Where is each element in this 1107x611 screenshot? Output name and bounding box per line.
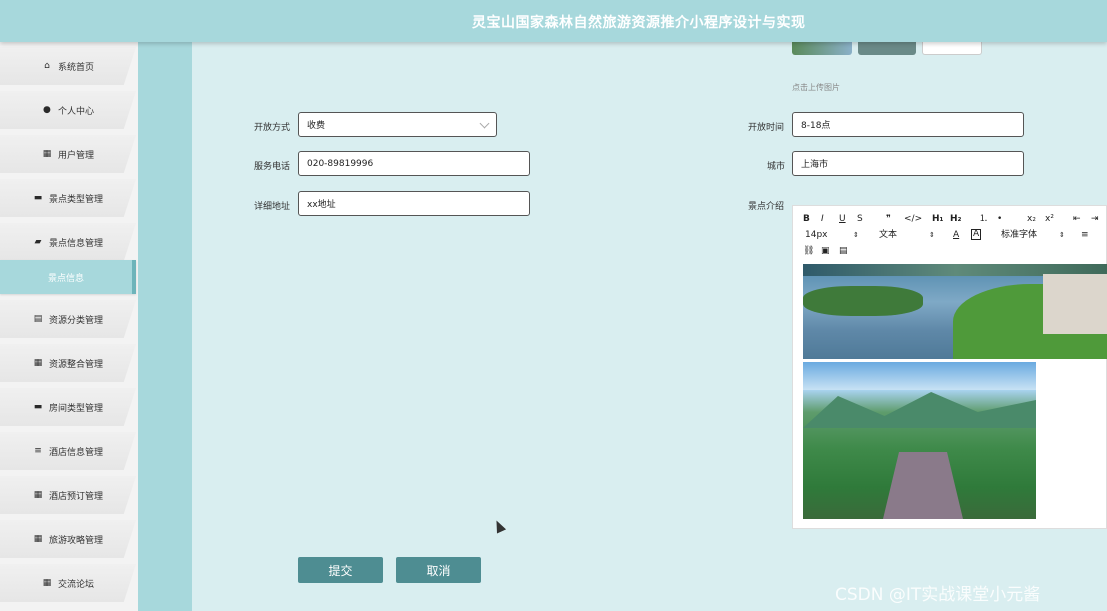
grid-icon: ▦ (33, 358, 43, 368)
video-icon[interactable]: ▤ (839, 245, 848, 257)
sidebar-item-label: 景点信息 (47, 273, 84, 284)
open-time-input[interactable]: 8-18点 (792, 112, 1024, 137)
grid-icon: ▦ (42, 578, 52, 588)
align-icon[interactable]: ≡ (1081, 229, 1089, 241)
sidebar-item-label: 旅游攻略管理 (48, 535, 103, 546)
open-time-value: 8-18点 (801, 121, 831, 131)
sidebar-item-label: 用户管理 (57, 150, 94, 161)
sidebar-item[interactable]: ▬ 房间类型管理 (0, 388, 136, 426)
sidebar-item[interactable]: ▦ 用户管理 (0, 135, 136, 173)
watermark: CSDN @IT实战课堂小元酱 (835, 585, 1041, 605)
italic-icon[interactable]: I (821, 213, 824, 225)
sidebar-item[interactable]: ▦ 资源整合管理 (0, 344, 136, 382)
text-type-select[interactable]: 文本 (879, 229, 897, 241)
chevron-updown-icon: ⇕ (1059, 231, 1065, 239)
intro-label: 景点介绍 (748, 202, 785, 212)
font-size-select[interactable]: 14px (805, 229, 828, 241)
grid-icon: ▦ (33, 490, 43, 500)
sidebar-item-label: 资源分类管理 (48, 315, 103, 326)
cancel-button[interactable]: 取消 (396, 557, 481, 583)
sidebar-item-label: 房间类型管理 (48, 403, 103, 414)
chevron-updown-icon: ⇕ (853, 231, 859, 239)
link-icon[interactable]: ⛓ (803, 245, 814, 257)
city-input[interactable]: 上海市 (792, 151, 1024, 176)
address-value: xx地址 (307, 200, 336, 210)
sidebar: ⌂ 系统首页 ● 个人中心 ▦ 用户管理 ▬ 景点类型管理 ▰ 景点信息管理 景点信息 ▤ 资源分类管理… (0, 42, 138, 611)
briefcase-icon: ▰ (34, 237, 42, 247)
city-value: 上海市 (801, 160, 829, 170)
sidebar-item[interactable]: ▦ 酒店预订管理 (0, 476, 136, 514)
phone-label: 服务电话 (254, 162, 291, 172)
font-color-icon[interactable]: A (953, 229, 959, 241)
sidebar-item[interactable]: ≡ 酒店信息管理 (0, 432, 136, 470)
sidebar-item-label: 交流论坛 (57, 579, 94, 590)
font-family-select[interactable]: 标准字体 (1001, 229, 1037, 241)
home-icon: ⌂ (44, 61, 50, 71)
address-label: 详细地址 (254, 202, 291, 212)
phone-value: 020-89819996 (307, 158, 374, 169)
grid-icon: ▦ (33, 534, 43, 544)
list-icon: ≡ (34, 446, 42, 456)
sidebar-item-label: 个人中心 (57, 106, 94, 117)
subscript-icon[interactable]: x₂ (1027, 213, 1036, 225)
clipboard-icon: ▤ (33, 314, 43, 324)
code-icon[interactable]: </> (904, 213, 922, 225)
chevron-down-icon (479, 118, 490, 129)
sidebar-item-label: 资源整合管理 (48, 359, 103, 370)
sidebar-item[interactable]: ▰ 景点信息管理 (0, 223, 136, 261)
superscript-icon[interactable]: x² (1045, 213, 1054, 225)
sidebar-item[interactable]: ▦ 交流论坛 (0, 564, 136, 602)
sidebar-item-label: 景点类型管理 (48, 194, 103, 205)
sidebar-item-label: 酒店信息管理 (48, 447, 103, 458)
indent-icon[interactable]: ⇥ (1091, 213, 1099, 225)
quote-icon[interactable]: ❞ (886, 213, 891, 225)
scenic-lake-image (803, 264, 1107, 359)
sidebar-item-label: 系统首页 (57, 62, 94, 73)
open-mode-value: 收费 (307, 121, 326, 131)
submit-button[interactable]: 提交 (298, 557, 383, 583)
open-mode-select[interactable]: 收费 (298, 112, 497, 137)
ordered-list-icon[interactable]: ⒈ (979, 213, 988, 225)
underline-icon[interactable]: U (839, 213, 846, 225)
sidebar-item-label: 酒店预订管理 (48, 491, 103, 502)
sidebar-item[interactable]: ▦ 旅游攻略管理 (0, 520, 136, 558)
address-input[interactable]: xx地址 (298, 191, 530, 216)
image-icon[interactable]: ▣ (821, 245, 830, 257)
sidebar-item[interactable]: ● 个人中心 (0, 91, 136, 129)
grid-icon: ▦ (42, 149, 52, 159)
background-color-icon[interactable]: A (971, 229, 982, 240)
image-thumbnail[interactable] (858, 42, 916, 55)
bold-icon[interactable]: B (803, 213, 810, 225)
monitor-icon: ▬ (33, 193, 43, 203)
h2-icon[interactable]: H₂ (950, 213, 961, 225)
strikethrough-icon[interactable]: S (857, 213, 863, 225)
app-header: 灵宝山国家森林自然旅游资源推介小程序设计与实现 (0, 0, 1107, 42)
outdent-icon[interactable]: ⇤ (1073, 213, 1081, 225)
sidebar-item[interactable]: ⌂ 系统首页 (0, 47, 136, 85)
sidebar-item[interactable]: ▤ 资源分类管理 (0, 300, 136, 338)
image-thumbnail[interactable] (792, 42, 852, 55)
open-mode-label: 开放方式 (254, 123, 291, 133)
rich-text-editor[interactable]: B I U S ❞ </> H₁ H₂ ⒈ • x₂ x² ⇤ ⇥ 14px ⇕ 文本 ⇕ A A 标准字… (792, 205, 1107, 529)
open-time-label: 开放时间 (748, 123, 785, 133)
sidebar-accent-strip (138, 42, 192, 611)
sidebar-item[interactable]: 景点信息 (0, 260, 136, 294)
app-title: 灵宝山国家森林自然旅游资源推介小程序设计与实现 (472, 15, 806, 31)
upload-hint: 点击上传图片 (792, 83, 840, 92)
mountain-valley-image (803, 362, 1036, 519)
upload-box[interactable] (922, 42, 982, 55)
sidebar-item[interactable]: ▬ 景点类型管理 (0, 179, 136, 217)
city-label: 城市 (767, 162, 786, 172)
sidebar-item-label: 景点信息管理 (48, 238, 103, 249)
monitor-icon: ▬ (33, 402, 43, 412)
h1-icon[interactable]: H₁ (932, 213, 943, 225)
chevron-updown-icon: ⇕ (929, 231, 935, 239)
bullet-list-icon[interactable]: • (997, 213, 1002, 225)
phone-input[interactable]: 020-89819996 (298, 151, 530, 176)
user-icon: ● (43, 105, 51, 115)
